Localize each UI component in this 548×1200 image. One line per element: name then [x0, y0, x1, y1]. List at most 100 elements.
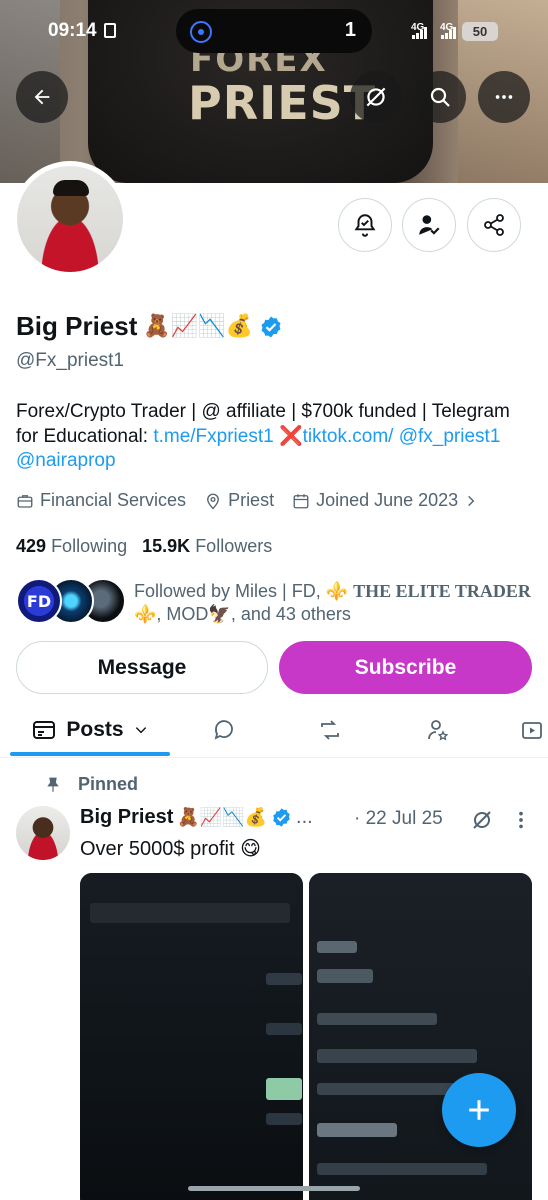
calendar-icon	[293, 493, 309, 508]
media-1-highlight	[266, 1078, 302, 1100]
fd-logo-text: FD	[26, 591, 52, 611]
profile-meta: Financial Services Priest Joined June 20…	[16, 490, 478, 511]
more-button[interactable]	[478, 71, 530, 123]
repost-icon	[321, 720, 339, 740]
signal-bars-icon	[412, 27, 430, 39]
more-vertical-icon[interactable]	[514, 809, 528, 831]
media-2-row	[317, 1049, 477, 1063]
search-button[interactable]	[414, 71, 466, 123]
follow-stats: 429 Following 15.9K Followers	[16, 536, 272, 557]
status-time: 09:14	[48, 20, 97, 41]
tab-highlights[interactable]	[410, 702, 466, 758]
bio-tiktok-link[interactable]: tiktok.com/	[303, 426, 394, 447]
subscribe-button[interactable]: Subscribe	[279, 641, 532, 694]
share-icon	[484, 214, 504, 236]
dynamic-island-pill[interactable]: 1	[176, 9, 372, 53]
more-dots-icon	[495, 95, 513, 99]
tab-posts-label: Posts	[66, 718, 124, 741]
tweet-author-emojis: 🧸📈📉💰	[177, 807, 268, 828]
chevron-down-icon	[135, 727, 146, 734]
search-icon	[430, 87, 450, 107]
tab-reposts[interactable]	[302, 702, 358, 758]
media-1-block	[90, 903, 290, 923]
signal-bars-icon-2	[441, 27, 459, 39]
cross-mark-icon: ❌	[278, 425, 303, 447]
battery-indicator: 50	[462, 22, 498, 41]
media-2-row	[317, 1123, 397, 1137]
status-bar: 09:14 1 4G 4G 50	[0, 0, 548, 62]
tweet-author-avatar[interactable]	[16, 806, 70, 860]
media-2-background	[309, 873, 532, 1200]
notifications-button[interactable]	[338, 198, 392, 252]
location-pin-icon	[207, 493, 219, 509]
compose-post-button[interactable]	[442, 1073, 516, 1147]
pinned-text: Pinned	[78, 774, 139, 794]
bio-mention-nairaprop[interactable]: @nairaprop	[16, 450, 116, 471]
pin-icon	[47, 777, 59, 792]
tab-posts[interactable]: Posts	[10, 702, 170, 758]
profile-bio: Forex/Crypto Trader | @ affiliate | $700…	[16, 400, 536, 474]
tweet-author-ellipsis: ...	[296, 806, 313, 828]
followed-by-avatars: FD	[16, 578, 126, 626]
tweet-author[interactable]: Big Priest 🧸📈📉💰 ...	[80, 806, 313, 829]
pill-count: 1	[344, 19, 356, 41]
followers-label: Followers	[195, 536, 273, 556]
category-text: Financial Services	[40, 490, 187, 510]
tweet-media-1[interactable]	[80, 873, 303, 1200]
bio-telegram-link[interactable]: t.me/Fxpriest1	[153, 426, 273, 447]
tab-replies[interactable]	[196, 702, 252, 758]
followed-by-bold: THE ELITE TRADER	[353, 581, 531, 601]
media-2-row	[317, 1013, 437, 1025]
grok-button[interactable]	[350, 71, 402, 123]
tweet-author-name: Big Priest	[80, 806, 174, 828]
notification-icon	[104, 23, 116, 38]
tweet-date[interactable]: · 22 Jul 25	[354, 808, 443, 830]
profile-category: Financial Services	[16, 490, 186, 511]
media-2-row	[317, 969, 373, 983]
verified-badge-icon	[273, 808, 290, 827]
reply-icon	[214, 720, 233, 740]
following-button[interactable]	[402, 198, 456, 252]
verified-badge-icon[interactable]	[259, 315, 283, 339]
following-label: Following	[51, 536, 128, 556]
name-emojis: 🧸📈📉💰	[143, 314, 253, 339]
followed-by-text-1: Followed by Miles | FD, ⚜️	[134, 581, 354, 601]
profile-display-name: Big Priest 🧸📈📉💰	[16, 311, 283, 342]
following-link[interactable]: 429 Following	[16, 536, 127, 556]
profile-location: Priest	[204, 490, 274, 511]
media-1-block	[266, 973, 302, 985]
tweet-header: Big Priest 🧸📈📉💰 ... · 22 Jul 25	[80, 806, 532, 829]
media-2-row	[317, 1163, 487, 1175]
grok-icon[interactable]	[470, 808, 494, 832]
home-indicator[interactable]	[188, 1186, 360, 1191]
follower-avatar-fd: FD	[16, 578, 62, 624]
back-button[interactable]	[16, 71, 68, 123]
banner-jacket-text: PRIEST	[188, 76, 377, 130]
media-1-block	[266, 1023, 302, 1035]
posts-tab-icon	[33, 721, 56, 739]
grok-icon	[366, 87, 386, 107]
followers-count: 15.9K	[142, 536, 191, 556]
following-count: 429	[16, 536, 47, 556]
joined-text: Joined June 2023	[316, 490, 459, 510]
message-button[interactable]: Message	[16, 641, 268, 694]
display-name-text: Big Priest	[16, 311, 138, 341]
followed-by-text: Followed by Miles | FD, ⚜️ THE ELITE TRA…	[134, 580, 534, 626]
profile-tabs: Posts	[0, 702, 548, 758]
share-button[interactable]	[467, 198, 521, 252]
broadcast-icon	[190, 21, 212, 43]
location-text: Priest	[228, 490, 275, 510]
person-star-icon	[428, 720, 449, 741]
tweet-media-2[interactable]	[309, 873, 532, 1200]
profile-joined[interactable]: Joined June 2023	[292, 490, 478, 511]
pinned-label-row: Pinned	[44, 774, 138, 795]
bio-mention-fx-priest1[interactable]: @fx_priest1	[399, 426, 501, 447]
bell-check-icon	[354, 214, 376, 237]
avatar-photo	[17, 166, 123, 272]
followers-link[interactable]: 15.9K Followers	[142, 536, 272, 556]
tab-active-indicator	[10, 752, 170, 756]
media-2-row	[317, 941, 357, 953]
profile-avatar[interactable]	[12, 161, 128, 277]
media-2-row	[317, 1083, 467, 1095]
tab-media[interactable]	[520, 702, 548, 758]
